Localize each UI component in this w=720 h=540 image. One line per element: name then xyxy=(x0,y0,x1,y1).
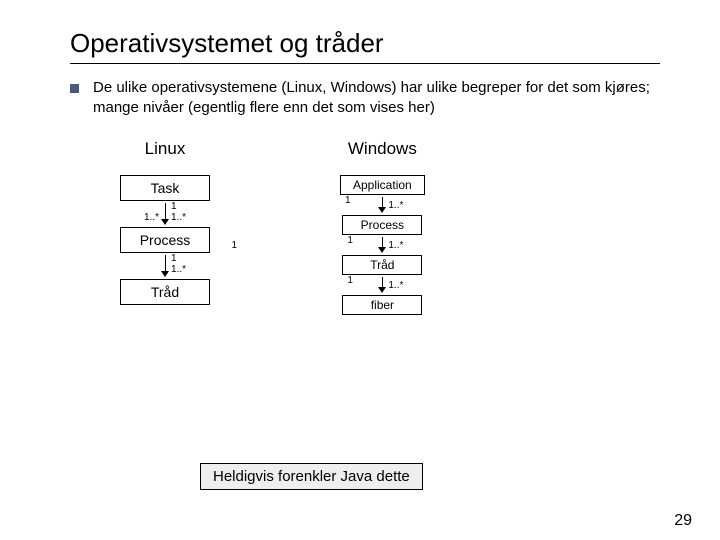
mult-label: 1..* xyxy=(388,240,403,251)
windows-process-box: Process 1 xyxy=(342,215,422,235)
linux-process-box: Process 1 xyxy=(120,227,210,253)
mult-label: 1 xyxy=(171,253,177,264)
link-arrow: 1 1..* xyxy=(161,255,169,277)
windows-fiber-label: fiber xyxy=(371,298,394,312)
bullet-text: De ulike operativsystemene (Linux, Windo… xyxy=(93,78,670,119)
footnote-box: Heldigvis forenkler Java dette xyxy=(200,463,423,490)
windows-thread-box: Tråd 1 xyxy=(342,255,422,275)
bullet-item: De ulike operativsystemene (Linux, Windo… xyxy=(70,78,670,119)
windows-heading: Windows xyxy=(348,139,417,159)
mult-label: 1 xyxy=(345,195,351,206)
self-mult: 1 xyxy=(231,240,237,251)
mult-label: 1..* xyxy=(388,280,403,291)
windows-column: Windows Application 1 1..* Process 1 1..… xyxy=(340,139,425,317)
link-arrow: 1..* xyxy=(378,237,386,253)
mult-label: 1..* xyxy=(171,264,186,275)
page-number: 29 xyxy=(674,512,692,530)
linux-thread-box: Tråd xyxy=(120,279,210,305)
linux-task-box: Task xyxy=(120,175,210,201)
linux-task-label: Task xyxy=(151,180,180,196)
slide-title: Operativsystemet og tråder xyxy=(70,28,384,58)
mult-label: 1..* xyxy=(388,200,403,211)
mult-label: 1 xyxy=(171,201,177,212)
linux-column: Linux Task 1 1..* 1..* Process 1 1 1..* xyxy=(120,139,210,317)
windows-app-label: Application xyxy=(353,178,412,192)
mult-label: 1 xyxy=(347,275,353,286)
mult-label: 1..* xyxy=(144,212,159,223)
windows-process-label: Process xyxy=(361,218,404,232)
mult-label: 1..* xyxy=(171,212,186,223)
title-bar: Operativsystemet og tråder xyxy=(70,28,660,64)
link-arrow: 1 1..* 1..* xyxy=(161,203,169,225)
diagram-area: Linux Task 1 1..* 1..* Process 1 1 1..* xyxy=(120,139,720,317)
bullet-icon xyxy=(70,84,79,93)
link-arrow: 1..* xyxy=(378,277,386,293)
link-arrow: 1..* xyxy=(378,197,386,213)
windows-app-box: Application 1 xyxy=(340,175,425,195)
footnote-text: Heldigvis forenkler Java dette xyxy=(213,468,410,485)
linux-thread-label: Tråd xyxy=(151,284,179,300)
mult-label: 1 xyxy=(347,235,353,246)
linux-heading: Linux xyxy=(145,139,186,159)
windows-thread-label: Tråd xyxy=(370,258,394,272)
windows-fiber-box: fiber xyxy=(342,295,422,315)
linux-process-label: Process xyxy=(140,232,191,248)
